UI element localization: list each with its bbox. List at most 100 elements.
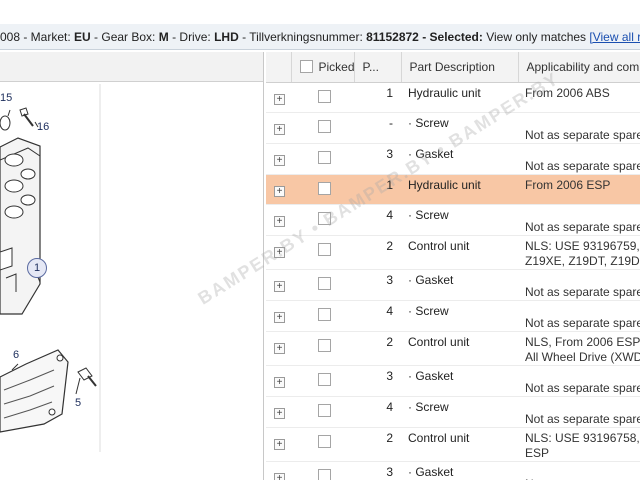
description-cell: · Gasket [401,461,518,480]
picked-checkbox[interactable] [318,372,331,386]
expand-plus-icon[interactable]: + [274,342,285,354]
picked-checkbox[interactable] [318,403,331,417]
expand-plus-icon[interactable]: + [274,123,285,135]
table-row[interactable]: + - · Screw Not as separate spare [266,112,640,144]
table-row[interactable]: +4 · Screw Not as separate spare [266,300,640,332]
picked-cell [291,300,354,332]
expand-cell: + [266,112,291,144]
position-cell: - [354,112,401,144]
applicability-line-2: Not as separate spare [525,477,640,480]
callout-15[interactable]: 15 [0,92,12,104]
applicability-line-1: NLS, From 2006 ESP [525,334,640,349]
table-row[interactable]: +3· Gasket Not as separate spare [266,269,640,301]
description-cell: Hydraulic unit [401,82,518,113]
applicability-line-2: Not as separate spare [525,315,640,330]
expand-plus-icon[interactable]: + [274,185,285,197]
expand-cell: + [266,396,291,428]
applicability-cell: NLS, From 2006 ESP All Wheel Drive (XWD [518,331,640,366]
table-row[interactable]: +4 · Screw Not as separate spare [266,204,640,236]
selected-label: - Selected: [418,30,487,44]
parts-table-panel: Picked P... Part Description Applicabili… [266,52,640,480]
description-cell: · Gasket [401,143,518,175]
picked-checkbox[interactable] [318,276,331,290]
description-column-header[interactable]: Part Description [401,52,519,83]
expand-plus-icon[interactable]: + [274,472,285,480]
picked-checkbox[interactable] [318,181,331,195]
picked-cell [291,174,354,205]
expand-plus-icon[interactable]: + [274,376,285,388]
expand-cell: + [266,143,291,175]
number-value: 81152872 [366,30,419,44]
description-cell: · Screw [401,396,518,428]
expand-plus-icon[interactable]: + [274,246,285,258]
description-cell: Control unit [401,427,518,462]
picked-checkbox[interactable] [318,242,331,256]
table-row[interactable]: +4 · Screw Not as separate spare [266,396,640,428]
callout-5[interactable]: 5 [75,397,81,409]
picked-checkbox[interactable] [318,211,331,225]
description-cell: Hydraulic unit [401,174,518,205]
expand-plus-icon[interactable]: + [274,407,285,419]
expand-plus-icon[interactable]: + [274,215,285,227]
picked-cell [291,461,354,480]
callout-16[interactable]: 16 [37,121,49,133]
expand-plus-icon[interactable]: + [274,93,285,105]
picked-checkbox[interactable] [318,307,331,321]
picked-cell [291,235,354,270]
table-row[interactable]: +2 Control unit NLS, From 2006 ESP All Whee… [266,331,640,366]
select-all-checkbox[interactable] [299,59,313,73]
picked-cell [291,82,354,113]
applicability-cell: Not as separate spare [518,365,640,397]
picked-cell [291,269,354,301]
picked-checkbox[interactable] [318,119,331,133]
market-value: EU [74,30,91,44]
description-cell: · Screw [401,112,518,144]
table-row[interactable]: +2 Control unit NLS: USE 93196759, Z19XE, Z… [266,235,640,270]
table-row[interactable]: +3· Gasket Not as separate spare [266,461,640,480]
picked-checkbox[interactable] [318,89,331,103]
picked-cell [291,427,354,462]
applicability-cell: NLS: USE 93196758, ESP [518,427,640,462]
callout-6[interactable]: 6 [13,349,19,361]
applicability-line-1: From 2006 ESP [525,177,611,192]
picked-cell [291,365,354,397]
picked-cell [291,204,354,236]
table-row[interactable]: +1 Hydraulic unit From 2006 ESP [266,174,640,205]
picked-checkbox[interactable] [318,150,331,164]
table-row[interactable]: +1 Hydraulic unit From 2006 ABS [266,82,640,113]
applicability-line-2: ESP [525,445,550,460]
table-header-row: Picked P... Part Description Applicabili… [266,52,640,83]
applicability-line-2: Not as separate spare [525,219,640,234]
selected-value: View only matches [486,30,587,44]
expand-cell: + [266,269,291,301]
gearbox-value: M [158,30,169,44]
picked-cell [291,331,354,366]
table-row[interactable]: +3· Gasket Not as separate spare [266,143,640,175]
applicability-cell: Not as separate spare [518,143,640,175]
expand-plus-icon[interactable]: + [274,154,285,166]
callout-1[interactable]: 1 [27,258,47,278]
expand-cell: + [266,331,291,366]
picked-cell [291,143,354,175]
picked-header-label: Picked [318,59,354,74]
applicability-column-header[interactable]: Applicability and comm [518,52,640,83]
vehicle-info-bar: 008 - Market: EU - Gear Box: M - Drive: … [0,24,640,50]
gearbox-label: - Gear Box: [90,30,159,44]
position-cell: 3 [354,143,401,175]
table-row[interactable]: +3· Gasket Not as separate spare [266,365,640,397]
position-column-header[interactable]: P... [354,52,402,83]
table-row[interactable]: +2 Control unit NLS: USE 93196758, ESP [266,427,640,462]
expand-cell: + [266,365,291,397]
view-all-link[interactable]: [View all resu [589,30,640,44]
picked-checkbox[interactable] [318,468,331,480]
applicability-cell: Not as separate spare [518,204,640,236]
picked-column-header[interactable]: Picked [291,52,355,83]
picked-checkbox[interactable] [318,434,331,448]
picked-checkbox[interactable] [318,338,331,352]
position-cell: 2 [354,235,401,270]
picked-cell [291,396,354,428]
applicability-line-1: NLS: USE 93196758, [525,430,640,445]
expand-plus-icon[interactable]: + [274,438,285,450]
expand-plus-icon[interactable]: + [274,280,285,292]
expand-plus-icon[interactable]: + [274,311,285,323]
